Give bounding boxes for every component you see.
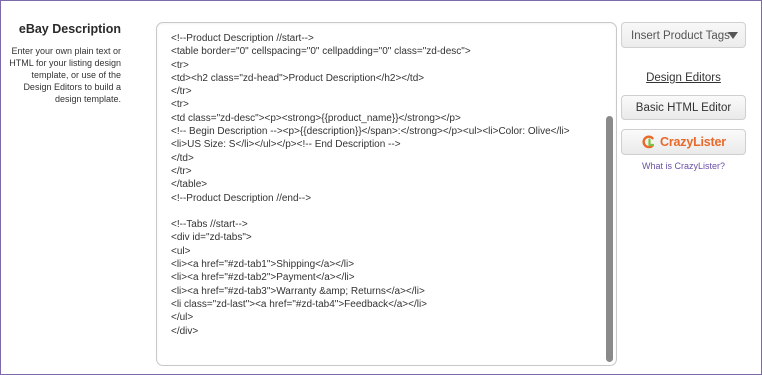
help-text: Enter your own plain text or HTML for yo… <box>9 46 121 104</box>
section-title: eBay Description <box>18 22 121 36</box>
ebay-description-panel: eBay Description Enter your own plain te… <box>0 0 762 375</box>
editor-scrollbar-thumb[interactable] <box>606 116 613 362</box>
editor-tools-column: Insert Product Tags Design Editors Basic… <box>621 22 746 172</box>
description-label-column: eBay Description Enter your own plain te… <box>7 21 121 105</box>
crazylister-label: CrazyLister <box>660 135 726 149</box>
design-editors-heading: Design Editors <box>646 72 721 84</box>
crazylister-logo-icon <box>642 135 655 149</box>
crazylister-button[interactable]: CrazyLister <box>621 129 746 155</box>
description-editor[interactable]: <!--Product Description //start--> <tabl… <box>156 22 617 366</box>
what-is-crazylister-link[interactable]: What is CrazyLister? <box>621 160 746 172</box>
crazylister-logo: CrazyLister <box>641 130 726 154</box>
editor-scrollbar[interactable] <box>606 28 613 362</box>
insert-product-tags-dropdown[interactable]: Insert Product Tags <box>621 22 746 48</box>
description-textarea[interactable]: <!--Product Description //start--> <tabl… <box>171 32 596 358</box>
chevron-down-icon <box>728 32 738 39</box>
basic-html-editor-button[interactable]: Basic HTML Editor <box>621 95 746 120</box>
insert-product-tags-label: Insert Product Tags <box>631 30 730 42</box>
